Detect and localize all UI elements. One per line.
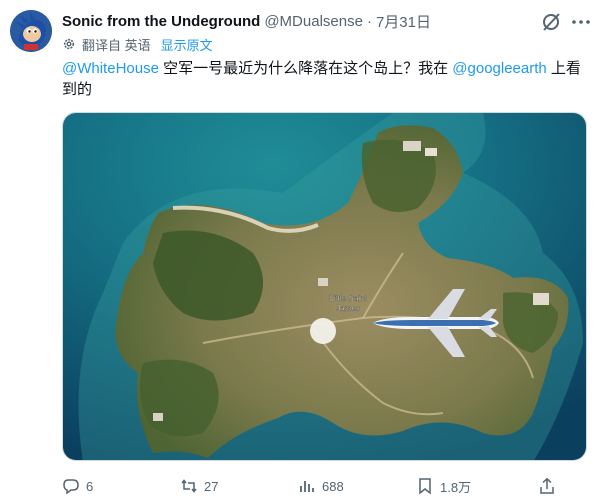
retweet-count: 27 [204, 478, 219, 494]
views-count: 688 [322, 478, 344, 494]
mention-googleearth[interactable]: @googleearth [452, 60, 546, 77]
translated-from-label: 翻译自 英语 [82, 37, 151, 53]
avatar[interactable] [10, 10, 52, 52]
bookmark-count: 1.8万 [440, 479, 472, 495]
reply-icon [63, 479, 79, 495]
reply-count: 6 [86, 478, 94, 494]
grok-slash-icon[interactable] [540, 11, 562, 33]
tweet-text: @WhiteHouse 空军一号最近为什么降落在这个岛上？我在 @googlee… [62, 58, 582, 100]
share-icon [540, 477, 554, 494]
tweet: Sonic from the Undeground @MDualsense · … [0, 0, 600, 501]
map-label-line1: Little Saint [329, 294, 367, 303]
author-handle[interactable]: @MDualsense [264, 13, 363, 30]
satellite-island-image: Little Saint James [63, 113, 586, 460]
separator-dot: · [366, 12, 372, 30]
tweet-actions-bar: 6 27 688 1.8万 [0, 476, 600, 496]
tweet-media-image[interactable]: Little Saint James [62, 112, 587, 461]
tweet-header: Sonic from the Undeground @MDualsense · … [62, 11, 431, 31]
reply-button[interactable]: 6 [62, 476, 93, 496]
gear-icon [62, 37, 76, 51]
avatar-image [10, 10, 52, 52]
tweet-date[interactable]: 7月31日 [376, 11, 431, 32]
bookmark-icon [419, 478, 431, 495]
more-dots-icon[interactable] [570, 11, 592, 33]
views-bar-icon [300, 481, 314, 492]
show-original-link[interactable]: 显示原文 [161, 35, 213, 54]
retweet-icon [181, 479, 197, 493]
share-button[interactable] [538, 476, 556, 496]
bookmark-button[interactable]: 1.8万 [416, 476, 471, 496]
retweet-button[interactable]: 27 [180, 476, 218, 496]
map-label-line2: James [336, 304, 360, 313]
translation-info: 翻译自 英语 显示原文 [62, 35, 213, 53]
views-button[interactable]: 688 [298, 476, 344, 496]
tweet-text-middle: 空军一号最近为什么降落在这个岛上？我在 [158, 60, 453, 77]
author-name[interactable]: Sonic from the Undeground [62, 13, 260, 30]
mention-whitehouse[interactable]: @WhiteHouse [62, 60, 159, 77]
